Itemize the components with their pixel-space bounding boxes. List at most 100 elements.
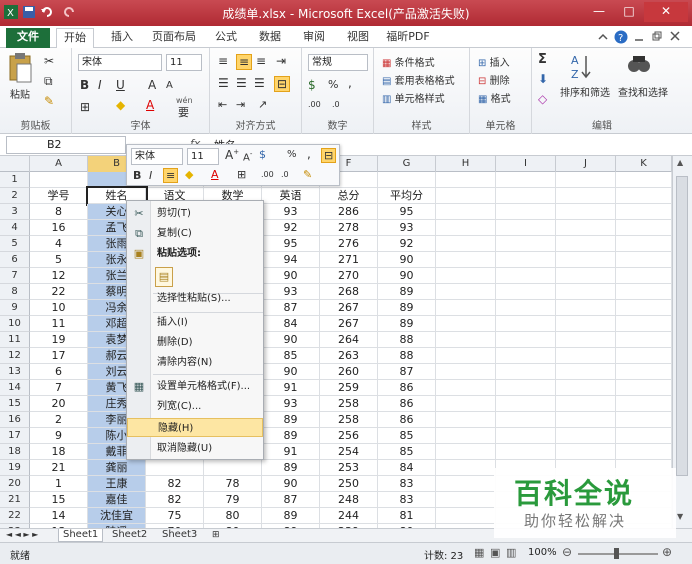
mini-comma-button[interactable]: , <box>307 147 311 161</box>
mini-increase-decimal-icon[interactable]: .00 <box>261 170 274 179</box>
tab-file[interactable]: 文件 <box>6 28 50 48</box>
find-select-icon[interactable] <box>626 52 652 80</box>
menu-item-format-cells[interactable]: ▦ 设置单元格格式(F)... <box>127 377 263 396</box>
cell[interactable] <box>616 252 672 268</box>
cell[interactable]: 87 <box>378 364 436 380</box>
bold-button[interactable]: B <box>80 78 89 92</box>
underline-button[interactable]: U <box>116 78 125 92</box>
sort-filter-label[interactable]: 排序和筛选 <box>560 84 610 99</box>
cell[interactable]: 90 <box>378 268 436 284</box>
cell[interactable]: 253 <box>320 460 378 476</box>
cell[interactable] <box>556 444 616 460</box>
paste-icon[interactable] <box>8 52 34 84</box>
cell[interactable] <box>556 284 616 300</box>
row-header[interactable]: 15 <box>0 396 30 412</box>
cell[interactable]: 89 <box>378 316 436 332</box>
cell[interactable] <box>496 396 556 412</box>
cell[interactable]: 9 <box>30 428 88 444</box>
cell[interactable]: 89 <box>262 508 320 524</box>
cell[interactable] <box>496 348 556 364</box>
mini-decrease-decimal-icon[interactable]: .0 <box>281 170 289 179</box>
cell[interactable]: 89 <box>262 412 320 428</box>
column-header-j[interactable]: J <box>556 156 616 172</box>
cell[interactable] <box>496 268 556 284</box>
cell[interactable]: 19 <box>30 332 88 348</box>
row-header[interactable]: 18 <box>0 444 30 460</box>
cell[interactable]: 260 <box>320 364 378 380</box>
cell[interactable] <box>436 316 496 332</box>
cut-icon[interactable]: ✂ <box>44 54 54 68</box>
cell[interactable] <box>556 300 616 316</box>
cell[interactable]: 5 <box>30 252 88 268</box>
maximize-button[interactable]: □ <box>614 2 644 22</box>
cell[interactable]: 83 <box>378 476 436 492</box>
cell[interactable]: 259 <box>320 380 378 396</box>
font-size-combo[interactable]: 11 <box>166 54 202 71</box>
cell[interactable]: 20 <box>30 396 88 412</box>
row-header[interactable]: 8 <box>0 284 30 300</box>
cell[interactable]: 21 <box>30 460 88 476</box>
cell[interactable]: 267 <box>320 300 378 316</box>
row-header[interactable]: 11 <box>0 332 30 348</box>
cell[interactable] <box>616 364 672 380</box>
fill-color-icon[interactable]: ◆ <box>116 98 125 112</box>
cell[interactable]: 248 <box>320 492 378 508</box>
row-header[interactable]: 12 <box>0 348 30 364</box>
cell[interactable]: 276 <box>320 236 378 252</box>
cell[interactable] <box>436 364 496 380</box>
cell[interactable]: 268 <box>320 284 378 300</box>
cell[interactable]: 22 <box>30 284 88 300</box>
column-header-i[interactable]: I <box>496 156 556 172</box>
paste-option-icon[interactable]: ▤ <box>155 267 173 287</box>
merge-center-icon[interactable]: ⊟ <box>274 76 291 92</box>
cell[interactable]: 94 <box>262 252 320 268</box>
cell[interactable]: 87 <box>262 300 320 316</box>
fill-icon[interactable]: ⬇ <box>538 72 548 86</box>
cell[interactable]: 85 <box>378 428 436 444</box>
cell[interactable] <box>556 348 616 364</box>
tab-formulas[interactable]: 公式 <box>208 28 244 48</box>
cell[interactable] <box>436 236 496 252</box>
mini-font-combo[interactable]: 宋体 <box>131 148 183 165</box>
align-right-icon[interactable]: ☰ <box>254 76 265 90</box>
currency-icon[interactable]: $ <box>308 78 316 92</box>
minimize-button[interactable]: — <box>584 2 614 22</box>
column-header-g[interactable]: G <box>378 156 436 172</box>
menu-item-copy[interactable]: ⧉ 复制(C) <box>127 224 263 243</box>
menu-item-paste-special[interactable]: 选择性粘贴(S)... <box>127 289 263 308</box>
cell[interactable] <box>496 284 556 300</box>
cell[interactable]: 250 <box>320 476 378 492</box>
cell[interactable]: 90 <box>378 252 436 268</box>
insert-cells-button[interactable]: ⊞ 插入 <box>478 54 510 69</box>
cell[interactable]: 258 <box>320 396 378 412</box>
cell[interactable]: 264 <box>320 332 378 348</box>
cell[interactable] <box>436 284 496 300</box>
cell[interactable]: 总分 <box>320 188 378 204</box>
cell[interactable]: 10 <box>30 300 88 316</box>
cell[interactable] <box>496 428 556 444</box>
border-icon[interactable]: ⊞ <box>80 100 90 114</box>
zoom-slider-thumb[interactable] <box>614 548 619 559</box>
cell[interactable] <box>496 172 556 188</box>
cell[interactable]: 86 <box>378 396 436 412</box>
cell[interactable] <box>436 188 496 204</box>
cell[interactable] <box>616 444 672 460</box>
sheet-tab-2[interactable]: Sheet2 <box>108 529 151 542</box>
cell[interactable] <box>146 460 204 476</box>
cell[interactable] <box>616 204 672 220</box>
orientation-icon[interactable]: ↗ <box>258 98 267 111</box>
cell[interactable] <box>436 396 496 412</box>
cell[interactable] <box>204 460 262 476</box>
cell[interactable]: 90 <box>262 332 320 348</box>
cell[interactable] <box>436 268 496 284</box>
cell[interactable]: 84 <box>378 460 436 476</box>
cell[interactable]: 82 <box>146 492 204 508</box>
font-name-combo[interactable]: 宋体 <box>78 54 162 71</box>
cell[interactable] <box>556 236 616 252</box>
cell[interactable] <box>436 412 496 428</box>
format-painter-icon[interactable]: ✎ <box>44 94 54 108</box>
column-header-a[interactable]: A <box>30 156 88 172</box>
scroll-thumb[interactable] <box>676 176 688 476</box>
cell[interactable]: 87 <box>262 492 320 508</box>
cell[interactable] <box>616 236 672 252</box>
